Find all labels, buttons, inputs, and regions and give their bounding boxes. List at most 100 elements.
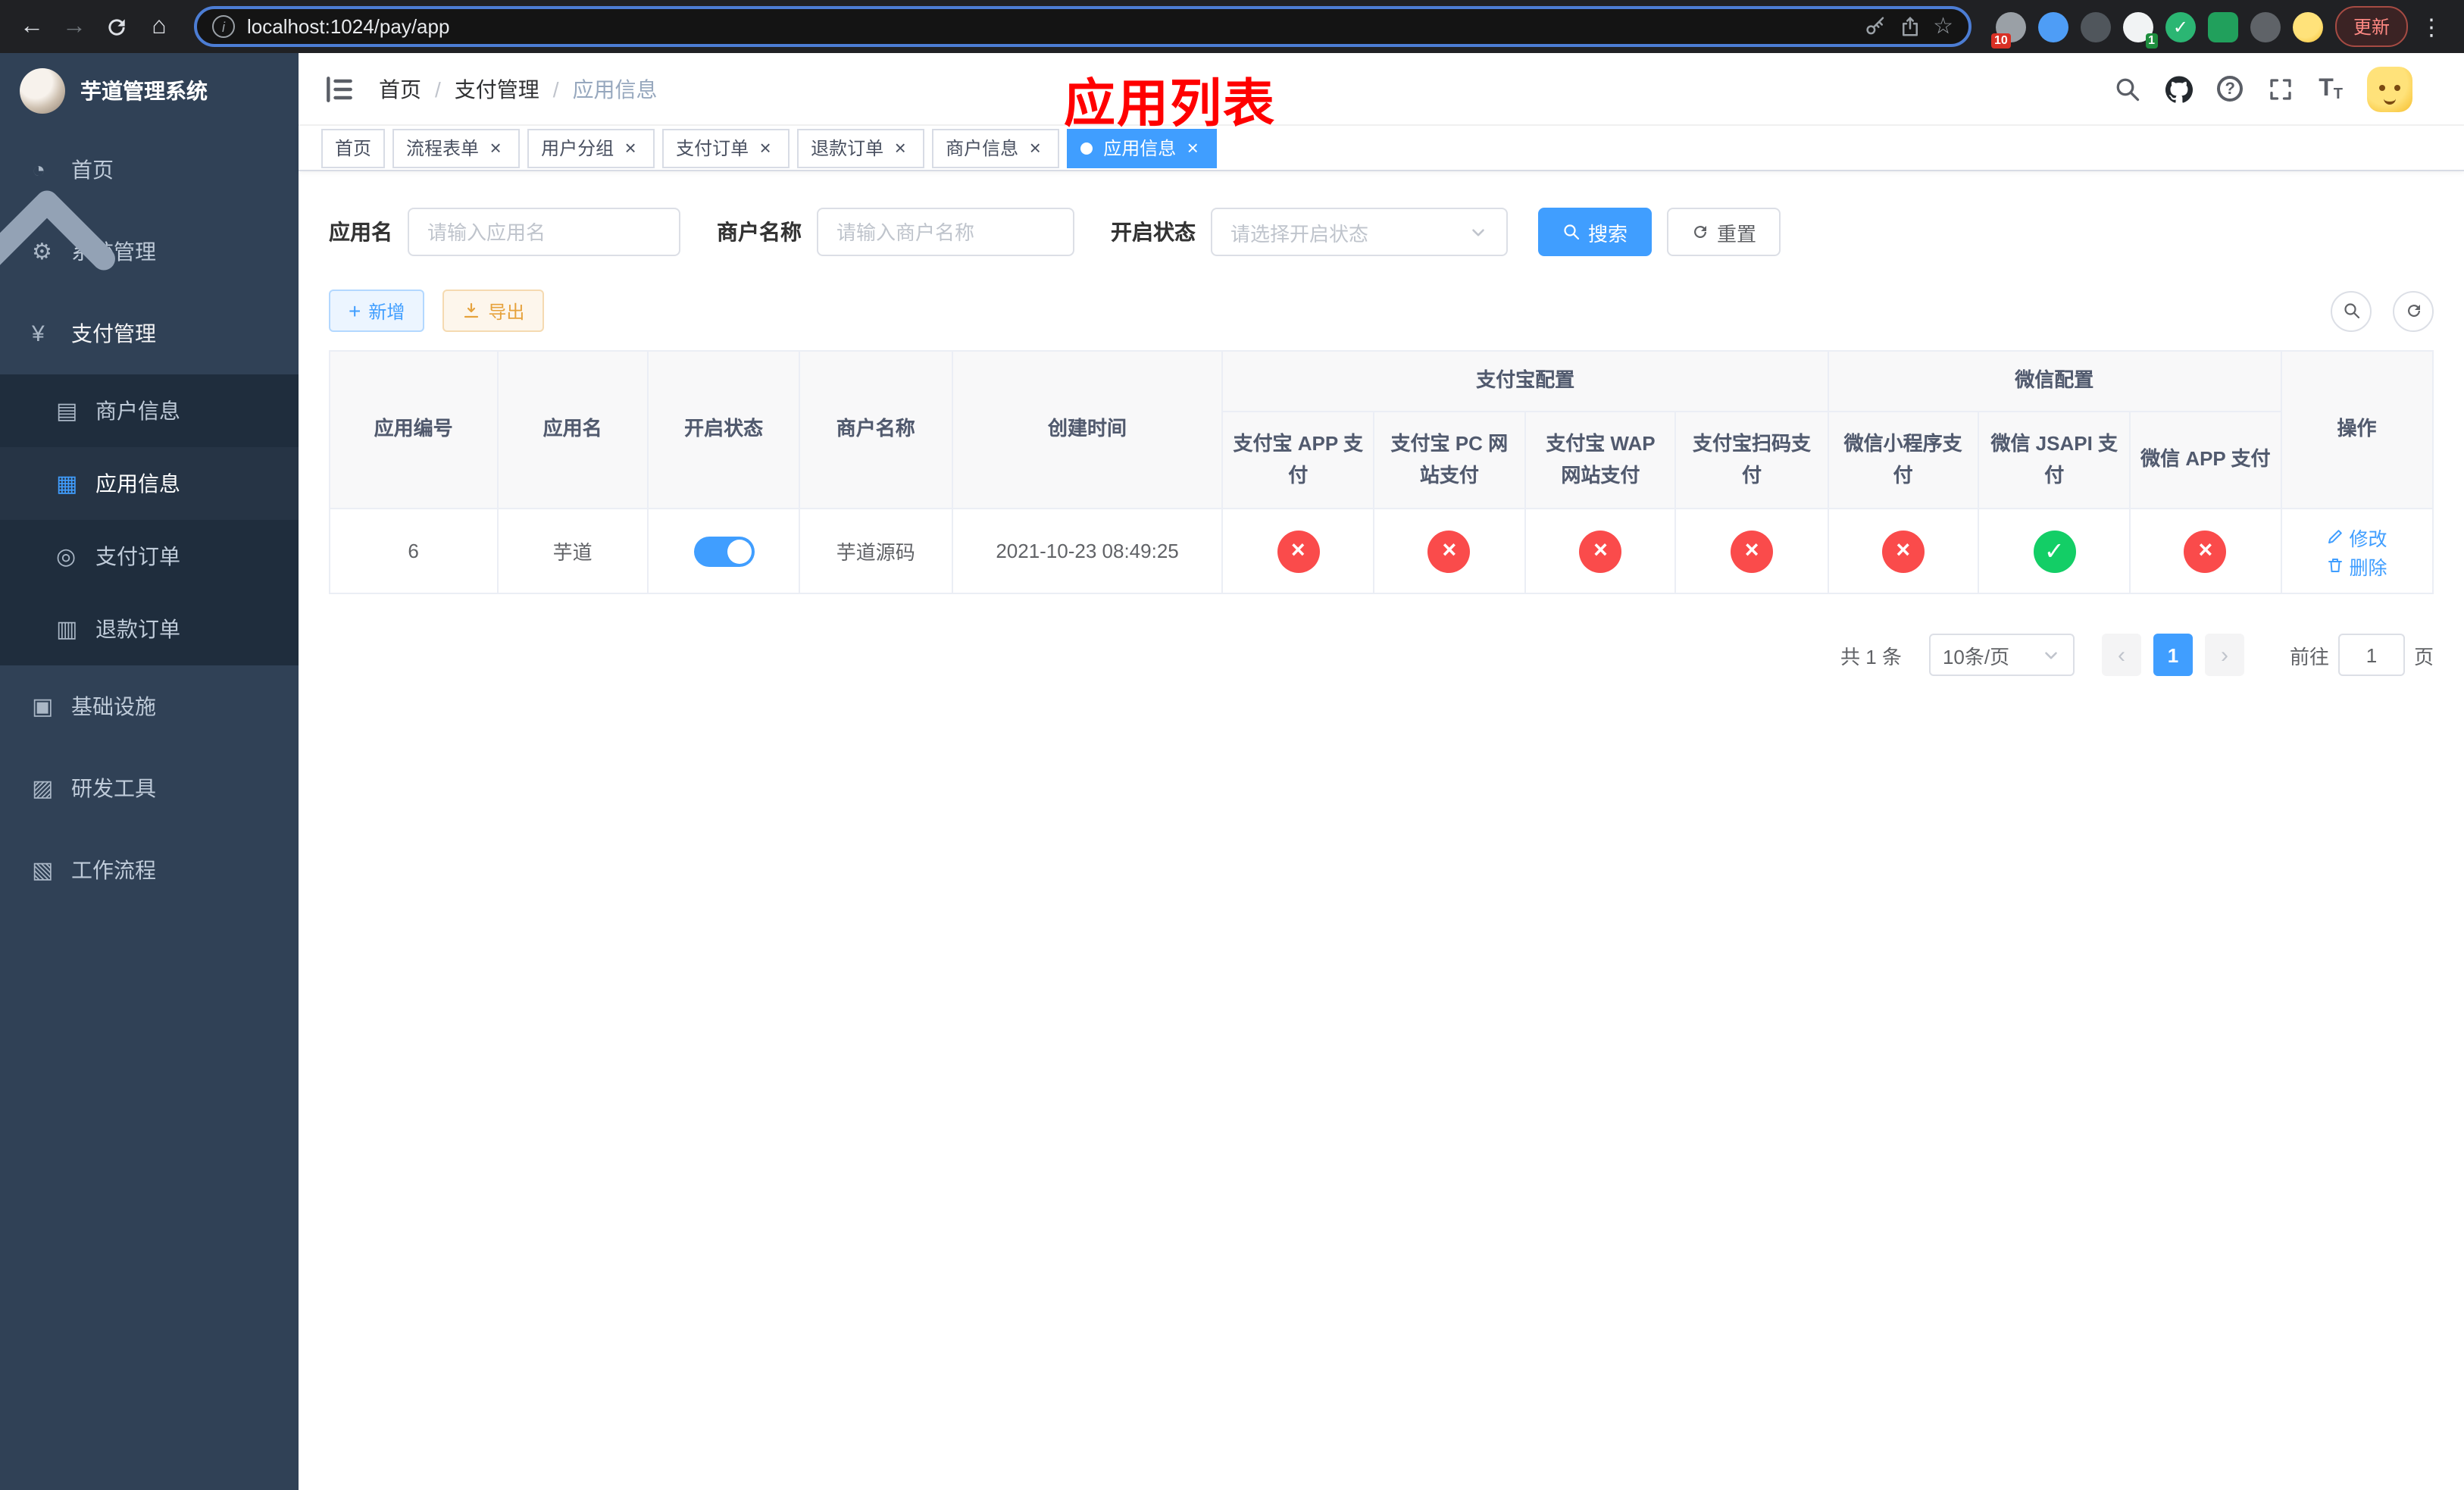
tab-refund-orders[interactable]: 退款订单 × <box>797 128 925 167</box>
sidebar-item-workflow[interactable]: ▧ 工作流程 <box>0 829 299 911</box>
sidebar-item-infrastructure[interactable]: ▣ 基础设施 <box>0 665 299 747</box>
app-name-input[interactable] <box>427 221 661 243</box>
column-header-merchant: 商户名称 <box>799 350 953 509</box>
toggle-search-button[interactable] <box>2331 290 2372 331</box>
cell-alipay-pc: × <box>1372 508 1527 594</box>
sidebar-item-pay-orders[interactable]: ◎ 支付订单 <box>0 520 299 593</box>
tab-label: 商户信息 <box>946 138 1019 159</box>
browser-profile-avatar[interactable] <box>2292 11 2323 42</box>
sidebar-item-dev-tools[interactable]: ▨ 研发工具 <box>0 747 299 829</box>
chrome-update-button[interactable]: 更新 <box>2334 6 2408 47</box>
tab-merchant-info[interactable]: 商户信息 × <box>932 128 1060 167</box>
browser-forward-button[interactable]: → <box>55 7 94 46</box>
column-header-alipay-scan: 支付宝扫码支付 <box>1674 411 1829 509</box>
export-button-label: 导出 <box>488 301 525 322</box>
search-button[interactable]: 搜索 <box>1538 208 1653 256</box>
breadcrumb-separator: / <box>552 77 559 101</box>
browser-home-button[interactable]: ⌂ <box>139 7 179 46</box>
tab-label: 首页 <box>335 138 372 159</box>
password-key-icon[interactable] <box>1863 15 1886 38</box>
edit-link[interactable]: 修改 <box>2327 522 2387 551</box>
page-number-1[interactable]: 1 <box>2153 634 2193 676</box>
app-logo-avatar <box>20 68 65 114</box>
export-button[interactable]: 导出 <box>442 290 545 332</box>
close-icon[interactable]: × <box>485 137 506 158</box>
page-size-select[interactable]: 10条/页 <box>1928 634 2075 676</box>
payment-submenu: ▤ 商户信息 ▦ 应用信息 ◎ 支付订单 ▥ 退款订单 <box>0 374 299 665</box>
tab-user-group[interactable]: 用户分组 × <box>527 128 655 167</box>
refresh-table-button[interactable] <box>2393 290 2434 331</box>
column-header-alipay-pc: 支付宝 PC 网站支付 <box>1372 411 1527 509</box>
font-size-icon[interactable]: T T <box>2319 75 2343 102</box>
github-icon[interactable] <box>2165 75 2193 102</box>
search-icon <box>1562 223 1581 241</box>
page-content: 应用名 商户名称 开启状态 请选择开启状态 搜索 <box>299 171 2464 1490</box>
search-button-label: 搜索 <box>1588 222 1628 245</box>
app-name-field-wrap <box>408 208 680 256</box>
extension-dark-icon[interactable] <box>2080 11 2111 42</box>
close-icon[interactable]: × <box>1182 137 1203 158</box>
status-badge: × <box>1881 530 1925 572</box>
document-icon: ▥ <box>56 617 78 643</box>
prev-page-button[interactable]: ‹ <box>2101 634 2141 676</box>
address-bar[interactable]: i localhost:1024/pay/app ☆ <box>194 6 1972 47</box>
close-icon[interactable]: × <box>1024 137 1046 158</box>
font-size-large-glyph: T <box>2319 75 2334 101</box>
close-icon[interactable]: × <box>890 137 911 158</box>
table-row: 6 芋道 芋道源码 2021-10-23 08:49:25 × × × × × <box>329 508 2434 594</box>
url-text[interactable]: localhost:1024/pay/app <box>247 15 1851 38</box>
reset-button[interactable]: 重置 <box>1667 208 1781 256</box>
breadcrumb-payment[interactable]: 支付管理 <box>455 74 539 104</box>
fullscreen-icon[interactable] <box>2267 75 2294 102</box>
extension-blocker-icon[interactable]: 10 <box>1990 11 2026 48</box>
chevron-down-icon <box>255 860 274 880</box>
close-icon[interactable]: × <box>755 137 776 158</box>
site-info-icon[interactable]: i <box>212 15 235 38</box>
user-menu[interactable] <box>2367 66 2440 111</box>
breadcrumb-separator: / <box>435 77 441 101</box>
browser-menu-icon[interactable]: ⋮ <box>2411 13 2452 40</box>
sidebar-item-payment[interactable]: ¥ 支付管理 <box>0 293 299 374</box>
merchant-name-input[interactable] <box>836 221 1055 243</box>
sidebar-item-label: 研发工具 <box>71 776 156 800</box>
column-header-created: 创建时间 <box>951 350 1224 509</box>
extension-note-icon[interactable] <box>2207 11 2238 42</box>
breadcrumb-current: 应用信息 <box>572 77 658 101</box>
table-toolbar: + 新增 导出 <box>329 290 2434 332</box>
browser-back-button[interactable]: ← <box>12 7 52 46</box>
extension-check-icon[interactable]: ✓ <box>2165 11 2196 42</box>
help-icon[interactable]: ? <box>2217 76 2244 102</box>
group-header-wechat: 微信配置 <box>1827 350 2282 412</box>
search-icon[interactable] <box>2114 75 2141 102</box>
breadcrumb-home[interactable]: 首页 <box>379 74 421 104</box>
bookmark-star-icon[interactable]: ☆ <box>1933 15 1953 38</box>
goto-page-input[interactable] <box>2337 634 2405 676</box>
toolbox-icon: ▨ <box>32 776 54 802</box>
status-badge: × <box>1277 530 1320 572</box>
tab-pay-orders[interactable]: 支付订单 × <box>662 128 790 167</box>
sidebar-item-app-info[interactable]: ▦ 应用信息 <box>0 447 299 520</box>
sidebar-item-merchant-info[interactable]: ▤ 商户信息 <box>0 374 299 447</box>
status-select[interactable]: 请选择开启状态 <box>1211 208 1508 256</box>
tab-home[interactable]: 首页 <box>321 128 386 167</box>
status-toggle[interactable] <box>693 536 755 566</box>
extension-drop-icon[interactable] <box>2037 11 2068 42</box>
tab-process-form[interactable]: 流程表单 × <box>392 128 521 167</box>
sidebar-item-refund-orders[interactable]: ▥ 退款订单 <box>0 593 299 665</box>
browser-toolbar: ← → ⌂ i localhost:1024/pay/app ☆ 10 1 ✓ … <box>0 0 2464 53</box>
refresh-icon <box>1691 223 1709 241</box>
close-icon[interactable]: × <box>620 137 641 158</box>
delete-link[interactable]: 删除 <box>2327 551 2387 580</box>
monitor-icon: ▣ <box>32 694 54 720</box>
column-header-app-id: 应用编号 <box>329 350 499 509</box>
status-badge: ✓ <box>2033 530 2076 572</box>
share-icon[interactable] <box>1898 15 1921 38</box>
next-page-button[interactable]: › <box>2204 634 2244 676</box>
breadcrumb: 首页 / 支付管理 / 应用信息 <box>379 74 658 104</box>
add-button[interactable]: + 新增 <box>329 290 425 332</box>
extension-translate-icon[interactable]: 1 <box>2122 11 2158 48</box>
status-select-placeholder: 请选择开启状态 <box>1230 222 1369 245</box>
browser-reload-button[interactable] <box>97 7 136 46</box>
extension-pin-icon[interactable] <box>2250 11 2281 42</box>
sidebar-collapse-icon[interactable] <box>323 72 356 105</box>
